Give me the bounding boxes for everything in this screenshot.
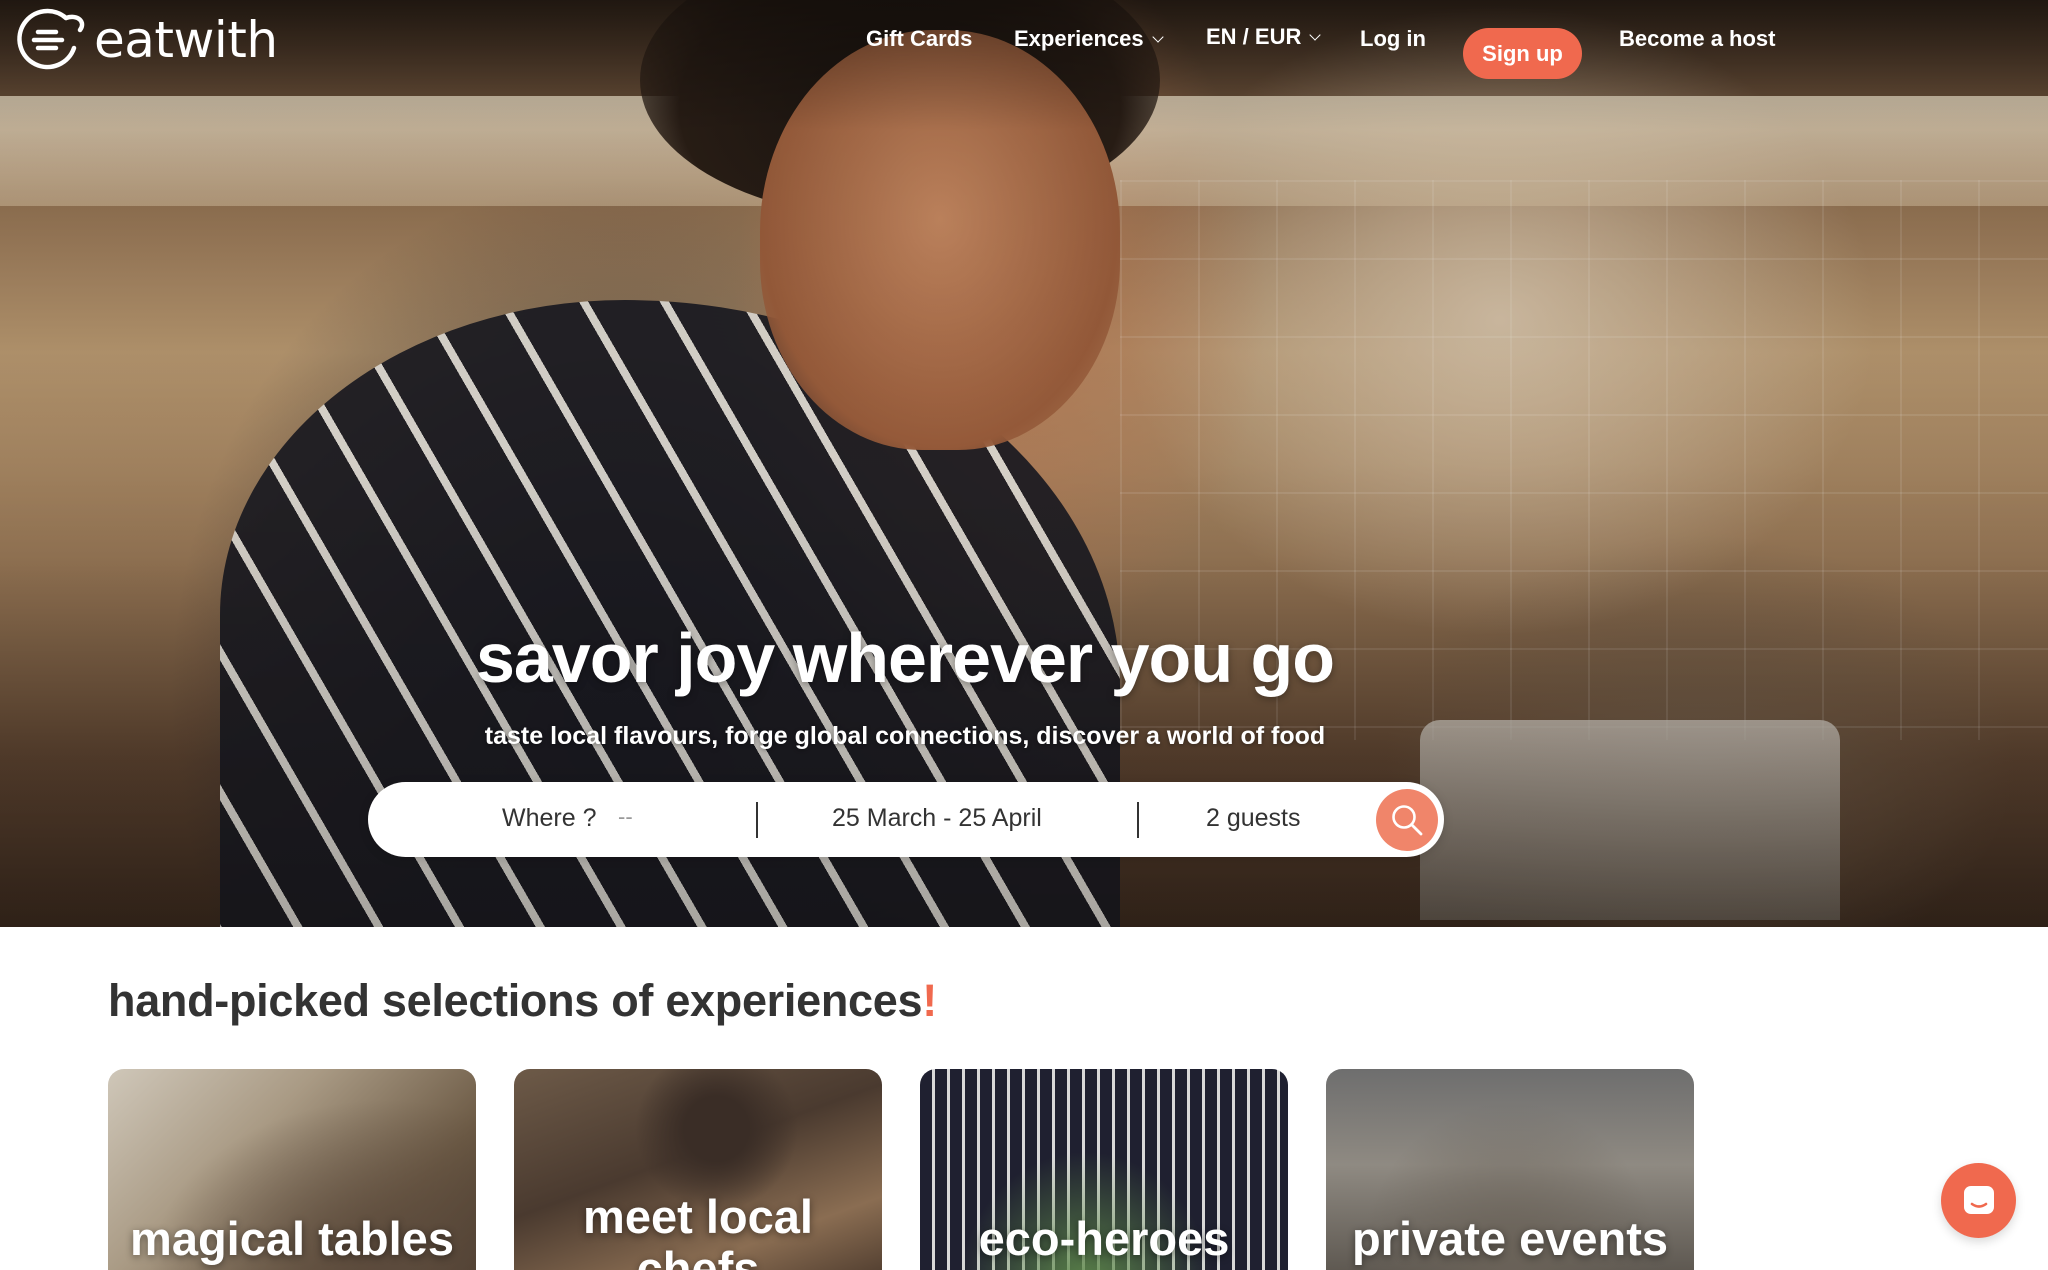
search-dates-field[interactable]: 25 March - 25 April: [832, 804, 1042, 833]
search-where-field[interactable]: Where ?: [502, 804, 596, 833]
experience-card-private-events[interactable]: private events: [1326, 1069, 1694, 1270]
nav-gift-cards[interactable]: Gift Cards: [866, 26, 972, 52]
nav-become-host[interactable]: Become a host: [1619, 26, 1776, 52]
nav-locale-selector[interactable]: EN / EUR: [1206, 24, 1322, 50]
nav-locale-label: EN / EUR: [1206, 24, 1302, 49]
experience-card-eco-heroes[interactable]: eco-heroes: [920, 1069, 1288, 1270]
top-nav: Gift Cards Experiences EN / EUR Log in S…: [0, 14, 2048, 79]
experience-card-magical-tables[interactable]: magical tables: [108, 1069, 476, 1270]
section-title-exclamation: !: [922, 975, 937, 1026]
card-label: eco-heroes: [978, 1212, 1230, 1265]
section-title-text: hand-picked selections of experiences: [108, 975, 923, 1026]
search-guests-field[interactable]: 2 guests: [1206, 804, 1301, 833]
card-label: magical tables: [130, 1212, 454, 1265]
section-title: hand-picked selections of experiences!: [108, 975, 937, 1027]
chat-icon: [1963, 1185, 1994, 1214]
nav-login[interactable]: Log in: [1360, 26, 1426, 52]
nav-experiences-label: Experiences: [1014, 26, 1144, 51]
search-divider: [756, 802, 758, 838]
card-label: meet local chefs: [583, 1190, 813, 1270]
nav-experiences[interactable]: Experiences: [1014, 26, 1164, 52]
chat-button[interactable]: [1941, 1163, 2016, 1238]
hero-subtitle: taste local flavours, forge global conne…: [484, 722, 1326, 750]
search-bar: Where ? -- 25 March - 25 April 2 guests: [368, 782, 1444, 857]
signup-button[interactable]: Sign up: [1463, 28, 1582, 79]
search-where-placeholder[interactable]: --: [618, 804, 633, 830]
experience-card-meet-local-chefs[interactable]: meet local chefs: [514, 1069, 882, 1270]
chevron-down-icon: [1151, 31, 1164, 43]
search-divider: [1137, 802, 1139, 838]
card-label: private events: [1351, 1212, 1669, 1265]
hero-title: savor joy wherever you go: [475, 619, 1335, 697]
search-icon: [1392, 805, 1423, 836]
chevron-down-icon: [1309, 29, 1322, 41]
search-button[interactable]: [1376, 789, 1438, 851]
